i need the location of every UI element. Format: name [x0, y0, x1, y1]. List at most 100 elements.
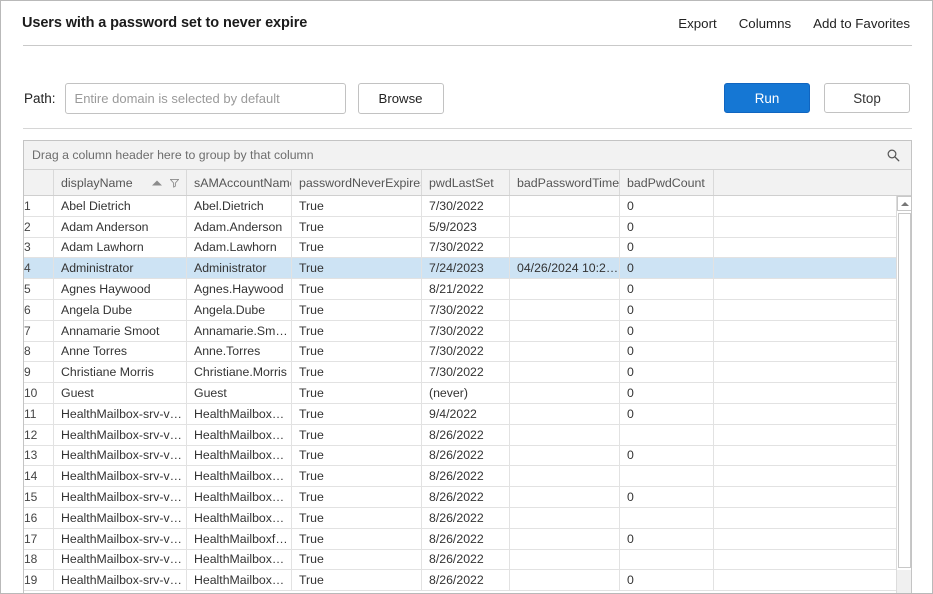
- cell-displayname: HealthMailbox-srv-vm2...: [54, 445, 187, 466]
- scrollbar-thumb[interactable]: [898, 213, 911, 568]
- column-header-passwordneverexpires[interactable]: passwordNeverExpires: [292, 170, 422, 195]
- cell-samaccountname: Annamarie.Smoot: [187, 320, 292, 341]
- cell-displayname-text: HealthMailbox-srv-vm2...: [61, 427, 186, 442]
- cell-displayname: HealthMailbox-srv-vm2...: [54, 570, 187, 591]
- cell-passwordneverexpires: True: [292, 549, 422, 570]
- group-by-panel[interactable]: Drag a column header here to group by th…: [24, 141, 911, 170]
- column-header-displayname[interactable]: displayName: [54, 170, 187, 195]
- table-row[interactable]: 9 Christiane Morris Christiane.Morris True 7…: [24, 362, 898, 384]
- column-header-badpwdcount[interactable]: badPwdCount: [620, 170, 714, 195]
- cell-pwdlastset: 8/26/2022: [422, 507, 510, 528]
- cell-pwdlastset-text: 8/26/2022: [429, 510, 484, 525]
- row-number-text: 9: [24, 365, 31, 380]
- cell-passwordneverexpires: True: [292, 258, 422, 279]
- cell-displayname: Christiane Morris: [54, 362, 187, 383]
- row-number-text: 19: [24, 573, 38, 588]
- cell-displayname-text: HealthMailbox-srv-vm2...: [61, 573, 186, 588]
- cell-samaccountname: Administrator: [187, 258, 292, 279]
- row-number-text: 17: [24, 531, 38, 546]
- search-icon[interactable]: [884, 146, 902, 164]
- cell-samaccountname: HealthMailbox6fe9cb1: [187, 507, 292, 528]
- table-row[interactable]: 8 Anne Torres Anne.Torres True 7/30/2022 0: [24, 341, 898, 363]
- cell-displayname: Angela Dube: [54, 299, 187, 320]
- row-number-text: 8: [24, 344, 31, 359]
- table-row[interactable]: 14 HealthMailbox-srv-vm2... HealthMailboxd…: [24, 466, 898, 488]
- table-row[interactable]: 6 Angela Dube Angela.Dube True 7/30/2022 0: [24, 299, 898, 321]
- cell-passwordneverexpires-text: True: [299, 323, 324, 338]
- table-row[interactable]: 17 HealthMailbox-srv-vm2... HealthMailboxf…: [24, 528, 898, 550]
- cell-passwordneverexpires-text: True: [299, 261, 324, 276]
- row-number-text: 6: [24, 302, 31, 317]
- path-input[interactable]: [64, 82, 346, 114]
- row-number-text: 7: [24, 323, 31, 338]
- cell-passwordneverexpires: True: [292, 466, 422, 487]
- cell-pwdlastset: 9/4/2022: [422, 403, 510, 424]
- table-row[interactable]: 7 Annamarie Smoot Annamarie.Smoot True 7/30/…: [24, 320, 898, 342]
- scroll-up-button[interactable]: [897, 196, 911, 211]
- cell-badpwdcount: [620, 466, 714, 487]
- export-link[interactable]: Export: [678, 16, 716, 31]
- column-header-badpasswordtime[interactable]: badPasswordTime: [510, 170, 620, 195]
- cell-passwordneverexpires: True: [292, 320, 422, 341]
- header-actions: Export Columns Add to Favorites: [678, 16, 910, 31]
- row-number: 1: [24, 196, 54, 216]
- vertical-scrollbar[interactable]: [896, 196, 911, 593]
- table-row[interactable]: 13 HealthMailbox-srv-vm2... HealthMailbox5…: [24, 445, 898, 467]
- cell-pwdlastset-text: 8/26/2022: [429, 427, 484, 442]
- cell-displayname: HealthMailbox-srv-vm2...: [54, 528, 187, 549]
- cell-displayname-text: Anne Torres: [61, 344, 128, 359]
- cell-samaccountname-text: HealthMailbox35ec0d7: [194, 406, 291, 421]
- row-number: 14: [24, 466, 54, 487]
- run-button[interactable]: Run: [724, 83, 810, 113]
- cell-badpwdcount: 0: [620, 445, 714, 466]
- columns-link[interactable]: Columns: [739, 16, 791, 31]
- table-row[interactable]: 16 HealthMailbox-srv-vm2... HealthMailbox6…: [24, 507, 898, 529]
- cell-badpwdcount-text: 0: [627, 323, 634, 338]
- cell-badpwdcount-text: 0: [627, 282, 634, 297]
- add-to-favorites-link[interactable]: Add to Favorites: [813, 16, 910, 31]
- table-row[interactable]: 1 Abel Dietrich Abel.Dietrich True 7/30/2022…: [24, 196, 898, 217]
- browse-button[interactable]: Browse: [357, 82, 444, 114]
- table-row[interactable]: 19 HealthMailbox-srv-vm2... HealthMailboxa…: [24, 570, 898, 592]
- table-row[interactable]: 11 HealthMailbox-srv-vm2... HealthMailbox3…: [24, 403, 898, 425]
- filter-icon[interactable]: [170, 178, 179, 187]
- stop-button[interactable]: Stop: [824, 83, 910, 113]
- cell-samaccountname: HealthMailbox35ec0d7: [187, 403, 292, 424]
- column-header-samaccountname[interactable]: sAMAccountName: [187, 170, 292, 195]
- row-number: 5: [24, 279, 54, 299]
- column-header-pwdlastset[interactable]: pwdLastSet: [422, 170, 510, 195]
- cell-pwdlastset: 7/30/2022: [422, 320, 510, 341]
- cell-displayname-text: HealthMailbox-srv-vm2...: [61, 406, 186, 421]
- table-row[interactable]: 12 HealthMailbox-srv-vm2... HealthMailbox2…: [24, 424, 898, 446]
- cell-samaccountname-text: Annamarie.Smoot: [194, 323, 291, 338]
- cell-displayname: Adam Lawhorn: [54, 237, 187, 258]
- cell-displayname: HealthMailbox-srv-vm2...: [54, 507, 187, 528]
- cell-filler: [714, 258, 898, 278]
- cell-displayname: Agnes Haywood: [54, 279, 187, 299]
- cell-pwdlastset-text: 8/21/2022: [429, 282, 484, 297]
- cell-samaccountname: Abel.Dietrich: [187, 196, 292, 216]
- cell-passwordneverexpires-text: True: [299, 552, 324, 567]
- scrollbar-track[interactable]: [897, 211, 911, 593]
- grid-header-row: displayName sAMAccountName passwordNever…: [24, 170, 911, 196]
- cell-filler: [714, 550, 898, 570]
- cell-passwordneverexpires: True: [292, 362, 422, 383]
- cell-badpwdcount: 0: [620, 362, 714, 383]
- table-row[interactable]: 15 HealthMailbox-srv-vm2... HealthMailboxe…: [24, 487, 898, 508]
- table-row[interactable]: 2 Adam Anderson Adam.Anderson True 5/9/2023 0: [24, 216, 898, 238]
- cell-passwordneverexpires: True: [292, 299, 422, 320]
- cell-samaccountname-text: Christiane.Morris: [194, 365, 287, 380]
- cell-samaccountname: Adam.Anderson: [187, 216, 292, 237]
- cell-badpwdcount-text: 0: [627, 365, 634, 380]
- cell-filler: [714, 425, 898, 445]
- table-row[interactable]: 18 HealthMailbox-srv-vm2... HealthMailbox4…: [24, 549, 898, 571]
- report-window: Users with a password set to never expir…: [0, 0, 933, 594]
- cell-pwdlastset: 8/26/2022: [422, 487, 510, 507]
- table-row[interactable]: 5 Agnes Haywood Agnes.Haywood True 8/21/2022…: [24, 279, 898, 300]
- table-row[interactable]: 4 Administrator Administrator True 7/24/2023…: [24, 258, 898, 280]
- table-row[interactable]: 3 Adam Lawhorn Adam.Lawhorn True 7/30/2022 0: [24, 237, 898, 259]
- row-number: 7: [24, 320, 54, 341]
- sort-ascending-icon[interactable]: [152, 180, 162, 185]
- table-row[interactable]: 10 Guest Guest True (never) 0: [24, 383, 898, 404]
- cell-samaccountname-text: HealthMailboxdda96c4: [194, 469, 291, 484]
